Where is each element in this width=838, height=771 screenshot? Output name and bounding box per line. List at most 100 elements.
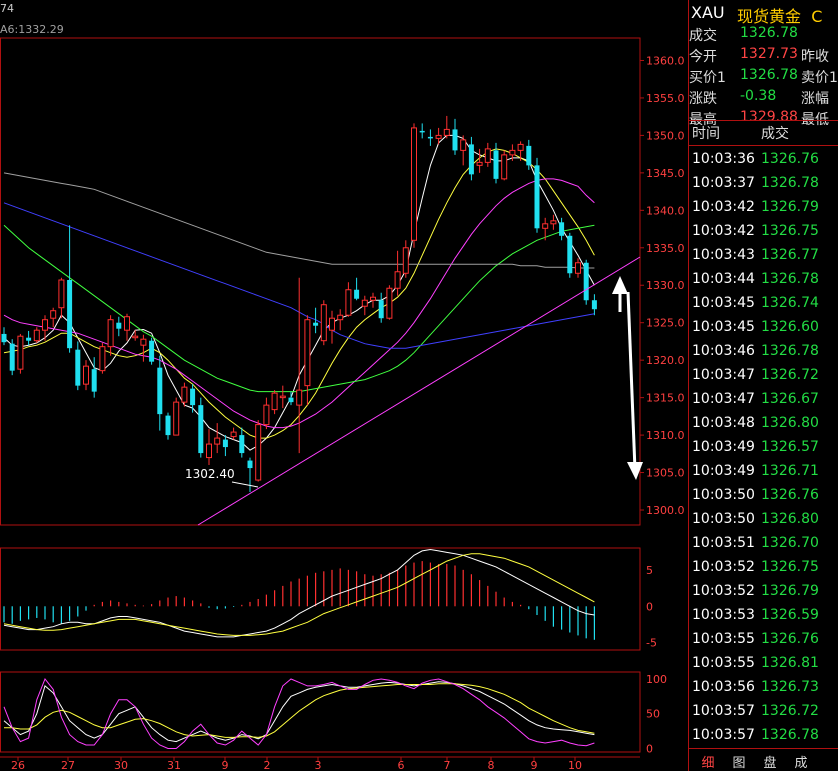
tick-row[interactable]: 10:03:44 1326.78 bbox=[692, 271, 838, 295]
quote-value: 1326.78 bbox=[740, 25, 798, 41]
candle-body bbox=[99, 346, 106, 372]
candle-body bbox=[320, 304, 327, 342]
candle-body bbox=[9, 343, 15, 371]
ticks-header-divider bbox=[688, 145, 838, 146]
tick-time: 10:03:45 bbox=[692, 295, 755, 311]
tick-row[interactable]: 10:03:42 1326.75 bbox=[692, 223, 838, 247]
tick-row[interactable]: 10:03:53 1326.59 bbox=[692, 607, 838, 631]
tick-row[interactable]: 10:03:52 1326.79 bbox=[692, 583, 838, 607]
tick-price: 1326.78 bbox=[761, 727, 819, 743]
ticks-header-price: 成交 bbox=[761, 126, 789, 142]
tick-row[interactable]: 10:03:49 1326.71 bbox=[692, 463, 838, 487]
tick-price: 1326.78 bbox=[761, 175, 819, 191]
candle-body bbox=[452, 129, 458, 151]
tick-time: 10:03:45 bbox=[692, 319, 755, 335]
trendline-layer bbox=[197, 256, 643, 526]
tick-row[interactable]: 10:03:50 1326.80 bbox=[692, 511, 838, 535]
tick-price: 1326.71 bbox=[761, 463, 819, 479]
tick-row[interactable]: 10:03:48 1326.80 bbox=[692, 415, 838, 439]
kdj-panel bbox=[3, 678, 595, 749]
tick-price: 1326.57 bbox=[761, 439, 819, 455]
footer-tab[interactable]: 盘 bbox=[760, 752, 780, 771]
candle-body bbox=[583, 262, 589, 301]
low-price-annotation: 1302.40 bbox=[185, 467, 235, 481]
tick-price: 1326.81 bbox=[761, 655, 819, 671]
candle-body bbox=[460, 139, 467, 151]
tick-price: 1326.77 bbox=[761, 247, 819, 263]
axis-labels: 1360.0 1355.0 1350.0 1345.0 1340.0 1335.0 1330… bbox=[11, 54, 685, 771]
tick-time: 10:03:57 bbox=[692, 703, 755, 719]
tick-row[interactable]: 10:03:57 1326.72 bbox=[692, 703, 838, 727]
quote-row: 买价1 1326.78 卖价1 bbox=[689, 67, 838, 88]
tick-row[interactable]: 10:03:52 1326.75 bbox=[692, 559, 838, 583]
tick-time: 10:03:50 bbox=[692, 511, 755, 527]
tick-row[interactable]: 10:03:37 1326.78 bbox=[692, 175, 838, 199]
time-tick-label: 9 bbox=[531, 759, 538, 771]
candle-body bbox=[140, 338, 147, 346]
tick-time: 10:03:48 bbox=[692, 415, 755, 431]
price-tick-label: 1345.0 bbox=[646, 167, 685, 180]
candle-body bbox=[75, 349, 81, 386]
tick-time: 10:03:49 bbox=[692, 463, 755, 479]
tick-row[interactable]: 10:03:56 1326.73 bbox=[692, 679, 838, 703]
kdj-line bbox=[3, 678, 595, 749]
price-tick-label: 1325.0 bbox=[646, 317, 685, 330]
sidebar-border bbox=[688, 0, 689, 771]
candle-body bbox=[559, 222, 565, 236]
candle-body bbox=[345, 289, 352, 316]
tick-price: 1326.60 bbox=[761, 319, 819, 335]
footer-tab[interactable]: 图 bbox=[729, 752, 749, 771]
tick-row[interactable]: 10:03:43 1326.77 bbox=[692, 247, 838, 271]
quote-divider bbox=[688, 120, 838, 121]
candle-body bbox=[575, 262, 581, 274]
low-annotation-leader bbox=[231, 481, 259, 488]
tick-row[interactable]: 10:03:45 1326.60 bbox=[692, 319, 838, 343]
tick-row[interactable]: 10:03:45 1326.74 bbox=[692, 295, 838, 319]
tick-time: 10:03:57 bbox=[692, 727, 755, 743]
tick-row[interactable]: 10:03:47 1326.72 bbox=[692, 367, 838, 391]
tick-row[interactable]: 10:03:51 1326.70 bbox=[692, 535, 838, 559]
tick-price: 1326.79 bbox=[761, 199, 819, 215]
quote-row: 涨跌 -0.38 涨幅 bbox=[689, 88, 838, 109]
tick-time: 10:03:49 bbox=[692, 439, 755, 455]
tick-time: 10:03:36 bbox=[692, 151, 755, 167]
footer-tab[interactable]: 成 bbox=[791, 752, 811, 771]
tick-row[interactable]: 10:03:46 1326.78 bbox=[692, 343, 838, 367]
tick-row[interactable]: 10:03:47 1326.67 bbox=[692, 391, 838, 415]
moving-average-line bbox=[3, 172, 595, 269]
tick-time: 10:03:55 bbox=[692, 631, 755, 647]
candle-body bbox=[468, 144, 474, 175]
time-tick-label: 8 bbox=[488, 759, 495, 771]
tick-time: 10:03:56 bbox=[692, 679, 755, 695]
tick-row[interactable]: 10:03:55 1326.76 bbox=[692, 631, 838, 655]
tick-row[interactable]: 10:03:50 1326.76 bbox=[692, 487, 838, 511]
macd-tick-label: 0 bbox=[646, 600, 653, 613]
tick-row[interactable]: 10:03:55 1326.81 bbox=[692, 655, 838, 679]
candle-body bbox=[419, 130, 425, 133]
candle-body bbox=[33, 329, 40, 342]
footer-tab[interactable]: 细 bbox=[698, 752, 718, 771]
candle-body bbox=[337, 314, 344, 321]
candle-body bbox=[402, 247, 409, 274]
candle-body bbox=[190, 388, 196, 406]
candle-body bbox=[230, 431, 237, 438]
tick-row[interactable]: 10:03:36 1326.76 bbox=[692, 151, 838, 175]
time-tick-label: 9 bbox=[222, 759, 229, 771]
candle-body bbox=[247, 460, 253, 469]
macd-tick-label: -5 bbox=[646, 637, 657, 650]
trendline bbox=[197, 256, 641, 526]
tick-row[interactable]: 10:03:49 1326.57 bbox=[692, 439, 838, 463]
symbol-name-text: 现货黄金 bbox=[737, 7, 802, 26]
chart-canvas[interactable]: 1360.0 1355.0 1350.0 1345.0 1340.0 1335.0 1330… bbox=[0, 0, 688, 771]
down-arrow-shaft bbox=[626, 291, 637, 471]
candle-body bbox=[239, 435, 245, 454]
candle-body bbox=[493, 150, 499, 179]
price-tick-label: 1305.0 bbox=[646, 467, 685, 480]
price-tick-label: 1300.0 bbox=[646, 504, 685, 517]
tick-time: 10:03:42 bbox=[692, 199, 755, 215]
tick-row[interactable]: 10:03:42 1326.79 bbox=[692, 199, 838, 223]
candle-body bbox=[443, 128, 450, 136]
candle-body bbox=[361, 299, 368, 307]
tick-price: 1326.76 bbox=[761, 151, 819, 167]
time-tick-label: 7 bbox=[444, 759, 451, 771]
